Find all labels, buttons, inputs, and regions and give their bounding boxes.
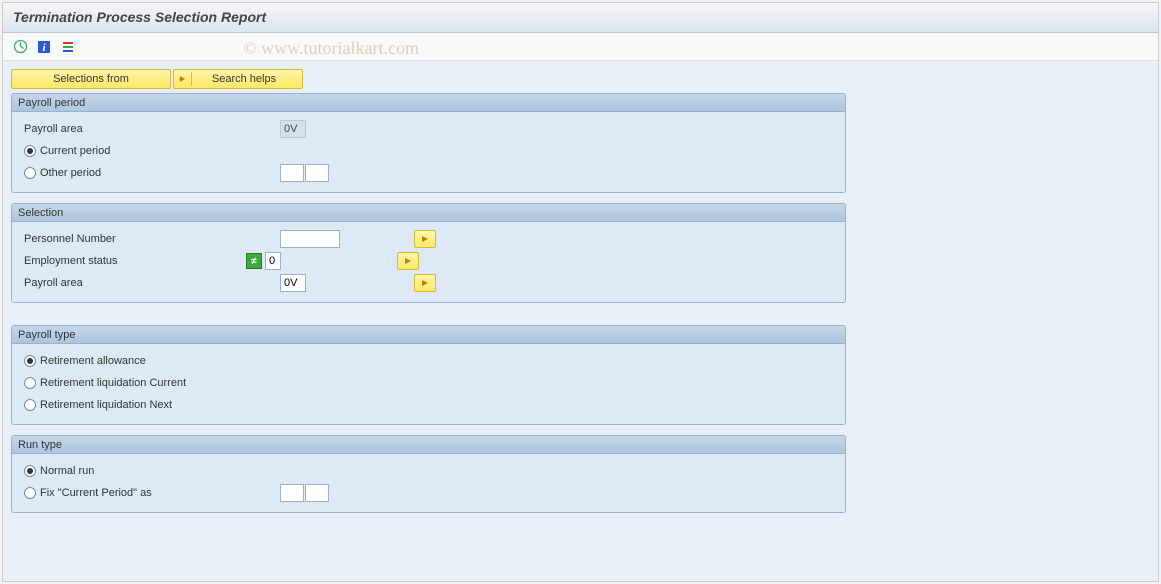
payroll-type-group: Payroll type Retirement allowance Retire… xyxy=(11,325,846,425)
employment-status-multi-button[interactable] xyxy=(397,252,419,270)
retirement-liquidation-current-label: Retirement liquidation Current xyxy=(40,377,186,389)
retirement-liquidation-current-radio[interactable] xyxy=(24,377,36,389)
normal-run-row[interactable]: Normal run xyxy=(22,460,835,482)
other-period-radio[interactable] xyxy=(24,167,36,179)
retirement-allowance-radio[interactable] xyxy=(24,355,36,367)
retirement-allowance-row[interactable]: Retirement allowance xyxy=(22,350,835,372)
current-period-radio[interactable] xyxy=(24,145,36,157)
selection-header: Selection xyxy=(12,204,845,222)
retirement-liquidation-current-row[interactable]: Retirement liquidation Current xyxy=(22,372,835,394)
employment-status-input[interactable] xyxy=(265,252,281,270)
payroll-period-header: Payroll period xyxy=(12,94,845,112)
info-icon[interactable]: i xyxy=(35,38,53,56)
content-area: Selections from Search helps Payroll per… xyxy=(3,61,1158,581)
search-helps-label: Search helps xyxy=(196,72,302,87)
payroll-period-group: Payroll period Payroll area 0V Current p… xyxy=(11,93,846,193)
selection-group: Selection Personnel Number Employment st… xyxy=(11,203,846,303)
fix-current-period-label: Fix "Current Period" as xyxy=(40,487,152,499)
arrow-right-icon xyxy=(174,72,192,86)
retirement-liquidation-next-radio[interactable] xyxy=(24,399,36,411)
fix-period-input-1[interactable] xyxy=(280,484,304,502)
other-period-radio-row[interactable]: Other period xyxy=(22,167,242,179)
run-type-header: Run type xyxy=(12,436,845,454)
payroll-area-value[interactable]: 0V xyxy=(280,120,306,138)
other-period-input-1[interactable] xyxy=(280,164,304,182)
fix-current-period-row[interactable]: Fix "Current Period" as xyxy=(22,482,835,504)
other-period-label: Other period xyxy=(40,167,101,179)
personnel-number-input[interactable] xyxy=(280,230,340,248)
highlight-button-bar: Selections from Search helps xyxy=(11,69,1150,89)
personnel-number-multi-button[interactable] xyxy=(414,230,436,248)
selections-from-button[interactable]: Selections from xyxy=(11,69,171,89)
payroll-area-label: Payroll area xyxy=(22,123,242,135)
normal-run-label: Normal run xyxy=(40,465,94,477)
app-window: Termination Process Selection Report i ©… xyxy=(2,2,1159,582)
retirement-liquidation-next-label: Retirement liquidation Next xyxy=(40,399,172,411)
fix-current-period-radio[interactable] xyxy=(24,487,36,499)
page-title: Termination Process Selection Report xyxy=(3,3,1158,33)
run-type-group: Run type Normal run Fix "Current Period"… xyxy=(11,435,846,513)
normal-run-radio[interactable] xyxy=(24,465,36,477)
selection-payroll-area-label: Payroll area xyxy=(22,277,242,289)
retirement-liquidation-next-row[interactable]: Retirement liquidation Next xyxy=(22,394,835,416)
selection-payroll-area-input[interactable] xyxy=(280,274,306,292)
employment-status-label: Employment status xyxy=(22,255,242,267)
current-period-label: Current period xyxy=(40,145,110,157)
retirement-allowance-label: Retirement allowance xyxy=(40,355,146,367)
other-period-input-2[interactable] xyxy=(305,164,329,182)
variants-icon[interactable] xyxy=(59,38,77,56)
toolbar: i xyxy=(3,33,1158,61)
personnel-number-label: Personnel Number xyxy=(22,233,242,245)
selection-payroll-area-multi-button[interactable] xyxy=(414,274,436,292)
employment-status-indicator[interactable]: ≠ xyxy=(246,253,262,269)
current-period-radio-row[interactable]: Current period xyxy=(22,145,242,157)
fix-period-input-2[interactable] xyxy=(305,484,329,502)
search-helps-button[interactable]: Search helps xyxy=(173,69,303,89)
execute-icon[interactable] xyxy=(11,38,29,56)
payroll-type-header: Payroll type xyxy=(12,326,845,344)
